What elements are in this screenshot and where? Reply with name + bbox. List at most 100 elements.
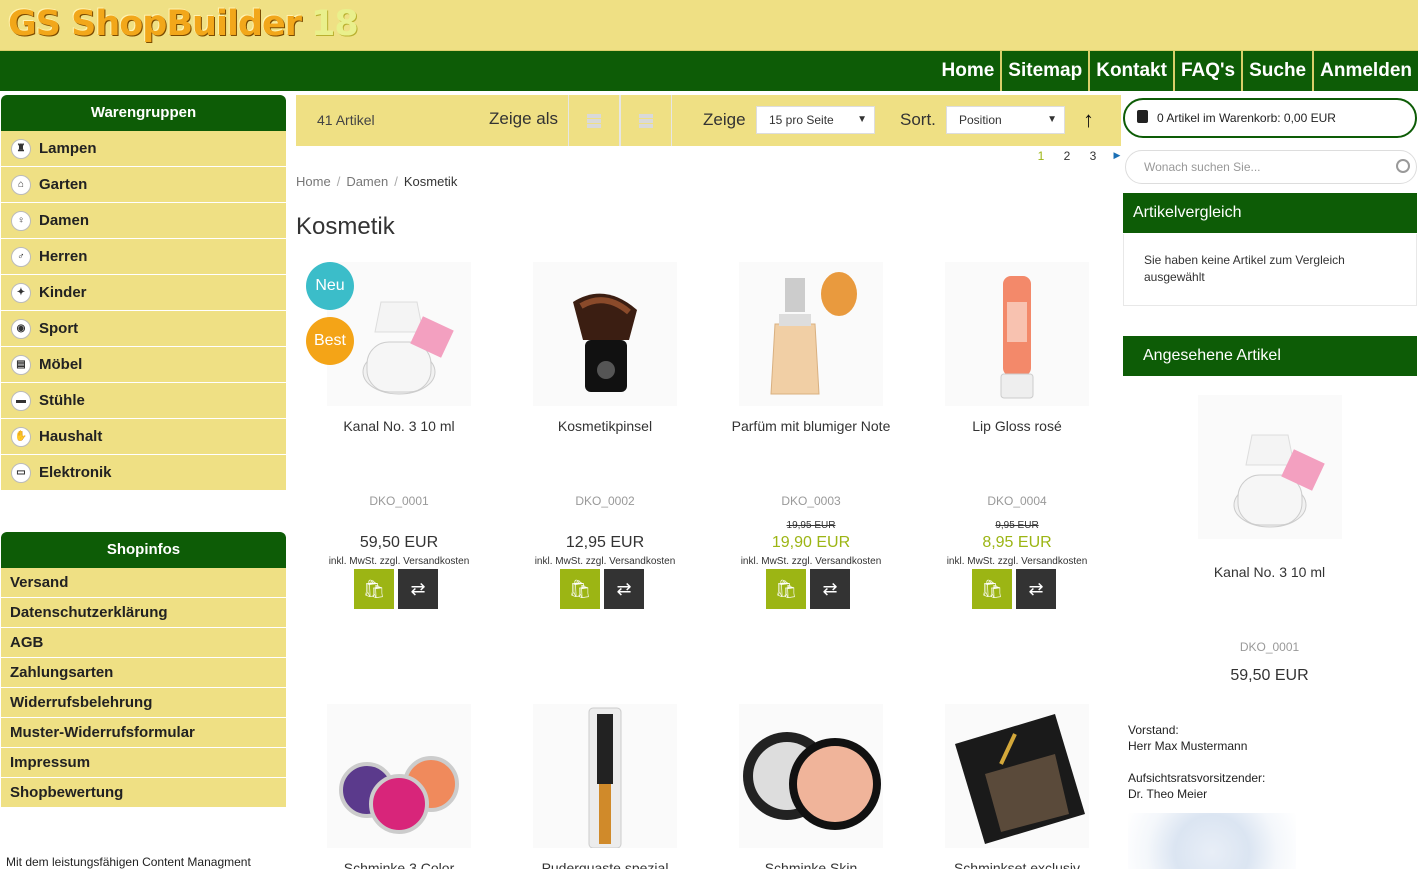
product-image[interactable] (945, 262, 1089, 406)
add-to-cart-button[interactable]: 🛍 (972, 569, 1012, 609)
product-name[interactable]: Parfüm mit blumiger Note (708, 418, 914, 434)
info-link-versand[interactable]: Versand (1, 568, 286, 598)
brush-image (573, 293, 637, 392)
product-name[interactable]: Puderquaste spezial (502, 860, 708, 869)
recently-viewed-name[interactable]: Kanal No. 3 10 ml (1122, 564, 1417, 580)
category-item-stuehle[interactable]: ▬ Stühle (1, 383, 286, 419)
shop-logo[interactable]: GS ShopBuilder 18 (8, 4, 359, 44)
category-item-lampen[interactable]: ♜ Lampen (1, 131, 286, 167)
dress-icon: ♀ (11, 210, 31, 231)
page-1[interactable]: 1 (1034, 149, 1048, 163)
product-sku: DKO_0003 (781, 494, 841, 508)
search-input[interactable]: Wonach suchen Sie... (1125, 150, 1417, 184)
product-tax-note: inkl. MwSt. zzgl. Versandkosten (946, 556, 1088, 567)
compare-button[interactable]: ⇄ (398, 569, 438, 609)
household-icon: ✋ (11, 426, 31, 447)
info-link-widerrufsformular[interactable]: Muster-Widerrufsformular (1, 718, 286, 748)
info-link-zahlungsarten[interactable]: Zahlungsarten (1, 658, 286, 688)
search-icon[interactable] (1396, 159, 1410, 173)
breadcrumb-home[interactable]: Home (296, 174, 331, 189)
add-to-cart-button[interactable]: 🛍 (354, 569, 394, 609)
product-name[interactable]: Kosmetikpinsel (502, 418, 708, 434)
compare-button[interactable]: ⇄ (810, 569, 850, 609)
header-bar: GS ShopBuilder 18 (0, 0, 1418, 50)
nav-faq[interactable]: FAQ's (1172, 51, 1241, 91)
article-count: 41 Artikel (317, 112, 375, 128)
badge-new: Neu (306, 262, 354, 310)
next-page-icon[interactable]: ▶ (1110, 150, 1124, 161)
page-2[interactable]: 2 (1060, 149, 1074, 163)
sort-select[interactable]: Position ▼ (946, 106, 1065, 134)
breadcrumb: Home / Damen / Kosmetik (296, 174, 458, 189)
info-link-datenschutz[interactable]: Datenschutzerklärung (1, 598, 286, 628)
cabinet-icon: ▤ (11, 354, 31, 375)
main-nav: Home Sitemap Kontakt FAQ's Suche Anmelde… (0, 50, 1418, 91)
info-link-impressum[interactable]: Impressum (1, 748, 286, 778)
nav-home[interactable]: Home (936, 51, 1001, 91)
product-old-price: 19,95 EUR (786, 520, 836, 531)
compare-arrows-icon: ⇄ (822, 578, 838, 599)
shopinfo-box: Shopinfos Versand Datenschutzerklärung A… (1, 532, 286, 808)
lamp-icon: ♜ (11, 138, 31, 159)
category-item-kinder[interactable]: ✦ Kinder (1, 275, 286, 311)
category-item-moebel[interactable]: ▤ Möbel (1, 347, 286, 383)
jacket-icon: ♂ (11, 246, 31, 267)
breadcrumb-current: Kosmetik (403, 174, 458, 189)
chevron-down-icon: ▼ (857, 114, 867, 125)
product-image[interactable] (739, 262, 883, 406)
sort-direction-icon[interactable]: ↑ (1083, 107, 1094, 133)
product-sku: DKO_0004 (987, 494, 1047, 508)
nav-login[interactable]: Anmelden (1312, 51, 1418, 91)
perfume-bottle-image (1233, 434, 1325, 528)
product-tax-note: inkl. MwSt. zzgl. Versandkosten (534, 556, 676, 567)
product-sku: DKO_0002 (575, 494, 635, 508)
compare-button[interactable]: ⇄ (604, 569, 644, 609)
nav-search[interactable]: Suche (1241, 51, 1312, 91)
compare-box-title: Artikelvergleich (1123, 193, 1417, 233)
product-name[interactable]: Kanal No. 3 10 ml (296, 418, 502, 434)
product-name[interactable]: Schminke 3 Color (296, 860, 502, 869)
product-image[interactable] (739, 704, 883, 848)
nav-sitemap[interactable]: Sitemap (1000, 51, 1088, 91)
info-link-agb[interactable]: AGB (1, 628, 286, 658)
product-image[interactable] (533, 704, 677, 848)
skin-powder-image (743, 732, 881, 830)
compare-button[interactable]: ⇄ (1016, 569, 1056, 609)
breadcrumb-parent[interactable]: Damen (346, 174, 388, 189)
category-item-sport[interactable]: ◉ Sport (1, 311, 286, 347)
product-price: 8,95 EUR (982, 534, 1052, 551)
category-item-herren[interactable]: ♂ Herren (1, 239, 286, 275)
page-3[interactable]: 3 (1086, 149, 1100, 163)
mini-cart[interactable]: 0 Artikel im Warenkorb: 0,00 EUR (1123, 98, 1417, 138)
product-name[interactable]: Schminkset exclusiv (914, 860, 1120, 869)
info-link-widerruf[interactable]: Widerrufsbelehrung (1, 688, 286, 718)
product-image[interactable] (327, 704, 471, 848)
category-box-title: Warengruppen (1, 95, 286, 131)
compare-box-text: Sie haben keine Artikel zum Vergleich au… (1123, 234, 1417, 306)
footer-note: Mit dem leistungsfähigen Content Managme… (6, 855, 251, 869)
product-image[interactable] (533, 262, 677, 406)
product-sku: DKO_0001 (369, 494, 429, 508)
add-to-cart-button[interactable]: 🛍 (766, 569, 806, 609)
grid-view-button[interactable] (568, 95, 620, 146)
list-view-button[interactable] (620, 95, 672, 146)
category-item-haushalt[interactable]: ✋ Haushalt (1, 419, 286, 455)
category-item-damen[interactable]: ♀ Damen (1, 203, 286, 239)
view-as-label: Zeige als (489, 109, 558, 128)
shopping-bag-icon (1137, 110, 1148, 123)
info-link-shopbewertung[interactable]: Shopbewertung (1, 778, 286, 808)
globe-image (1128, 813, 1296, 869)
category-item-garten[interactable]: ⌂ Garten (1, 167, 286, 203)
recently-viewed-image[interactable] (1198, 395, 1342, 539)
add-to-cart-button[interactable]: 🛍 (560, 569, 600, 609)
product-name[interactable]: Schminke Skin (708, 860, 914, 869)
compare-arrows-icon: ⇄ (410, 578, 426, 599)
product-image[interactable] (945, 704, 1089, 848)
per-page-select[interactable]: 15 pro Seite ▼ (756, 106, 875, 134)
nav-contact[interactable]: Kontakt (1088, 51, 1173, 91)
chevron-down-icon: ▼ (1047, 114, 1057, 125)
laptop-icon: ▭ (11, 462, 31, 483)
product-name[interactable]: Lip Gloss rosé (914, 418, 1120, 434)
product-price: 59,50 EUR (359, 534, 439, 551)
category-item-elektronik[interactable]: ▭ Elektronik (1, 455, 286, 491)
